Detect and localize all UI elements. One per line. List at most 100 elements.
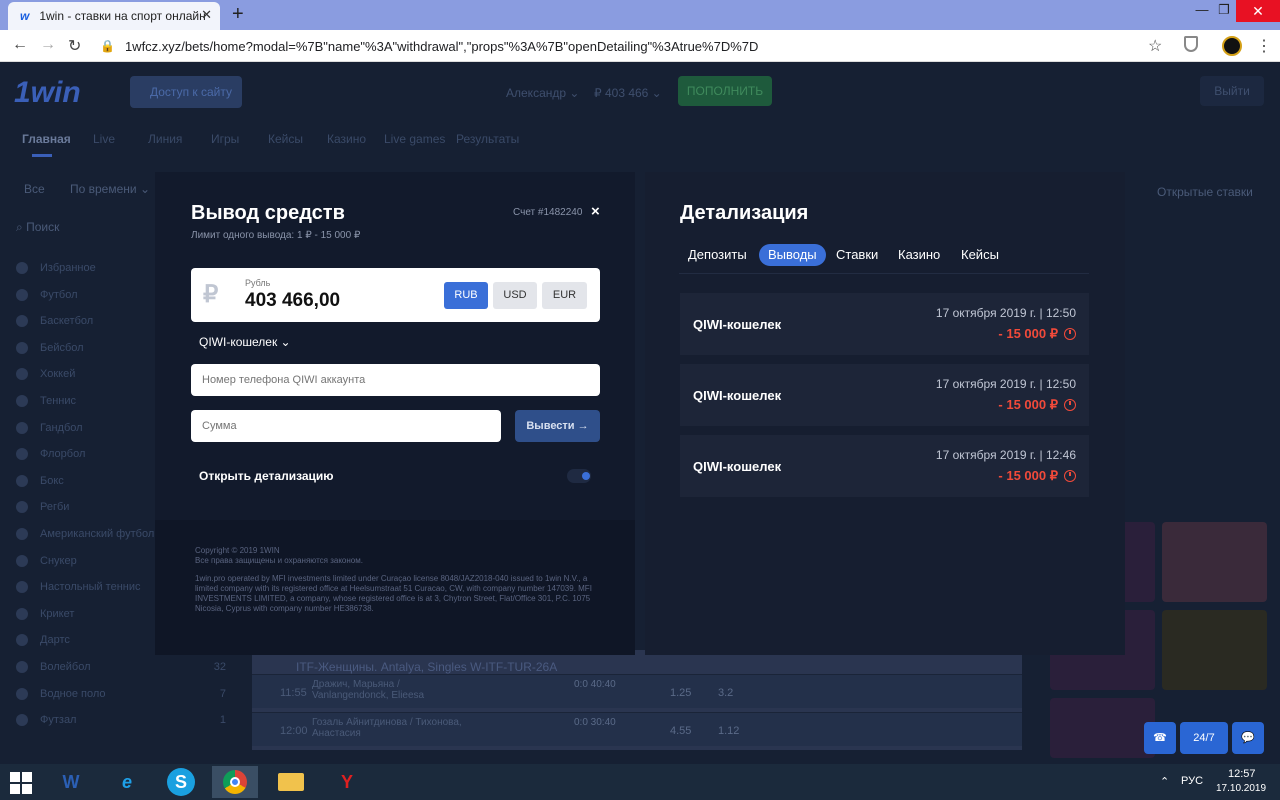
topup-button[interactable]: ПОПОЛНИТЬ [678,76,772,106]
withdraw-button[interactable]: Вывести → [515,410,600,442]
sport-count: 32 [213,661,226,673]
ruble-icon: ₽ [203,281,219,308]
transaction-row[interactable]: QIWI-кошелек 17 октября 2019 г. | 12:46 … [680,435,1089,497]
open-bets-tab[interactable]: Открытые ставки [1157,185,1253,199]
copyright-text: Copyright © 2019 1WIN [195,546,280,555]
sport-label: Бокс [40,474,64,487]
tab-deposits[interactable]: Депозиты [679,244,756,266]
amount-input[interactable] [191,410,501,442]
transaction-method: QIWI-кошелек [693,459,782,474]
tab-bets[interactable]: Ставки [827,244,887,266]
sport-label: Флорбол [40,448,86,461]
windows-start-icon[interactable] [10,772,32,794]
currency-usd-button[interactable]: USD [493,282,537,309]
payment-method-select[interactable]: QIWI-кошелек ⌄ [199,335,291,349]
user-menu[interactable]: Александр ⌄ [506,86,579,100]
filter-time[interactable]: По времени ⌄ [70,182,150,196]
support-hours-button[interactable]: 24/7 [1180,722,1228,754]
window-close-icon[interactable]: ✕ [1236,0,1280,22]
balance-amount: 403 466,00 [245,290,341,311]
chrome-icon[interactable] [212,766,258,798]
nav-line[interactable]: Линия [148,132,182,146]
match-row[interactable]: 12:00 Гозаль Айнитдинова / Тихонова, Ана… [252,712,1022,746]
sidebar-sport-item[interactable]: Волейбол 32 [16,661,226,673]
qiwi-phone-input[interactable] [191,364,600,396]
detailing-toggle[interactable] [567,469,591,483]
sport-label: Водное поло [40,687,106,700]
nav-main[interactable]: Главная [22,132,71,146]
yandex-icon[interactable]: Y [324,766,370,798]
tab-casino[interactable]: Казино [889,244,949,266]
transaction-row[interactable]: QIWI-кошелек 17 октября 2019 г. | 12:50 … [680,293,1089,355]
sport-icon [16,448,28,461]
support-chat-icon[interactable]: 💬 [1232,722,1264,754]
nav-live[interactable]: Live [93,132,115,146]
sport-icon [16,501,28,514]
lock-icon[interactable]: 🔒 [100,39,115,53]
casino-tile[interactable] [1162,522,1267,602]
ie-icon[interactable]: e [104,766,150,798]
explorer-folder-icon[interactable] [268,766,314,798]
currency-rub-button[interactable]: RUB [444,282,488,309]
sidebar-sport-item[interactable]: Водное поло 7 [16,687,226,700]
new-tab-icon[interactable]: + [232,4,244,24]
sidebar-search[interactable]: ⌕ Поиск [16,220,59,235]
word-icon[interactable]: W [48,766,94,798]
sport-icon [16,634,28,647]
casino-tile[interactable] [1162,610,1267,690]
tab-close-icon[interactable]: ✕ [201,7,212,23]
balance-menu[interactable]: ₽ 403 466 ⌄ [594,86,662,100]
sport-icon [16,474,28,487]
extension-shield-icon[interactable] [1184,36,1198,52]
sport-icon [16,341,28,354]
reload-icon[interactable]: ↻ [68,36,81,56]
filter-all[interactable]: Все [24,182,45,196]
minimize-icon[interactable]: — [1190,2,1214,17]
site-access-button[interactable]: Доступ к сайту [130,76,242,108]
browser-tab[interactable]: w 1win - ставки на спорт онлайн ✕ [8,2,220,30]
clock-time[interactable]: 12:57 [1228,768,1256,780]
detailing-toggle-label: Открыть детализацию [199,469,334,483]
tab-withdrawals[interactable]: Выводы [759,244,826,266]
sport-label: Избранное [40,262,96,274]
language-indicator[interactable]: РУС [1181,775,1203,787]
sport-label: Дартс [40,634,70,647]
casino-tile[interactable] [1050,698,1155,758]
site-logo[interactable]: 1win [14,76,81,110]
nav-results[interactable]: Результаты [456,132,519,146]
sport-label: Снукер [40,554,77,567]
skype-icon[interactable]: S [167,768,195,796]
sport-count: 7 [219,687,226,700]
address-bar: ← → ↻ 🔒 1wfcz.xyz/bets/home?modal=%7B"na… [0,30,1280,62]
sidebar-sport-item[interactable]: Футзал 1 [16,714,226,727]
rights-text: Все права защищены и охраняются законом. [195,556,363,565]
match-row[interactable]: 11:55 Дражич, Марьяна / Vanlangendonck, … [252,674,1022,708]
sport-icon [16,714,28,727]
transaction-date: 17 октября 2019 г. | 12:50 [935,306,1076,320]
bookmark-star-icon[interactable]: ☆ [1148,36,1162,56]
sport-label: Американский футбол [40,528,155,540]
transaction-amount: - 15 000 ₽ [998,397,1076,413]
nav-games[interactable]: Игры [211,132,239,146]
back-icon[interactable]: ← [12,36,28,54]
transaction-amount: - 15 000 ₽ [998,468,1076,484]
maximize-icon[interactable]: ❐ [1212,2,1236,18]
nav-casino[interactable]: Казино [327,132,366,146]
profile-avatar-icon[interactable] [1222,36,1242,56]
transaction-row[interactable]: QIWI-кошелек 17 октября 2019 г. | 12:50 … [680,364,1089,426]
close-icon[interactable]: × [591,203,600,220]
tray-expand-icon[interactable]: ⌃ [1160,775,1169,788]
clock-date[interactable]: 17.10.2019 [1216,783,1266,794]
currency-eur-button[interactable]: EUR [542,282,587,309]
nav-live-games[interactable]: Live games [384,132,445,146]
nav-cases[interactable]: Кейсы [268,132,303,146]
url-field[interactable]: 🔒 1wfcz.xyz/bets/home?modal=%7B"name"%3A… [100,33,1170,59]
logout-button[interactable]: Выйти [1200,76,1264,106]
tab-cases[interactable]: Кейсы [952,244,1008,266]
site-favicon-icon: w [20,9,30,23]
browser-menu-icon[interactable]: ⋮ [1256,36,1272,56]
transaction-amount: - 15 000 ₽ [998,326,1076,342]
forward-icon[interactable]: → [40,36,56,54]
support-phone-icon[interactable]: ☎ [1144,722,1176,754]
sport-label: Хоккей [40,368,76,381]
